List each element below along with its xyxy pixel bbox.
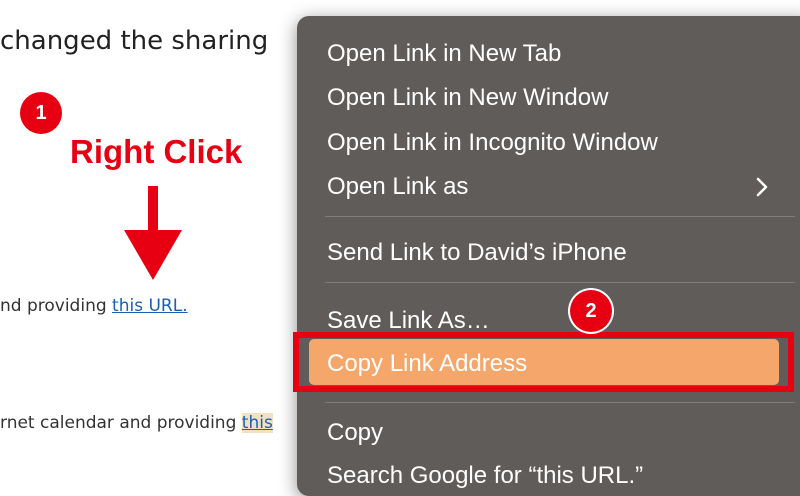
menu-item-copy[interactable]: Copy	[327, 419, 383, 447]
body-text: rnet calendar and providing	[0, 413, 242, 433]
menu-separator	[325, 216, 795, 217]
menu-item-open-new-tab[interactable]: Open Link in New Tab	[327, 40, 561, 68]
menu-item-open-link-as[interactable]: Open Link as	[327, 173, 468, 201]
right-click-label: Right Click	[70, 133, 243, 170]
page-heading: changed the sharing	[0, 26, 269, 56]
context-menu: Open Link in New Tab Open Link in New Wi…	[293, 16, 800, 496]
menu-item-save-link-as[interactable]: Save Link As…	[327, 307, 490, 335]
body-text: nd providing	[0, 296, 113, 316]
highlight-frame	[293, 332, 794, 392]
url-link[interactable]: this URL.	[112, 296, 188, 316]
down-arrow-icon	[124, 186, 182, 280]
body-text-line: rnet calendar and providing this	[0, 413, 273, 433]
chevron-right-icon	[756, 177, 768, 197]
menu-separator	[325, 282, 795, 283]
body-text-line: nd providing this URL.	[0, 296, 188, 316]
url-link-selected[interactable]: this	[241, 413, 273, 433]
menu-item-open-incognito[interactable]: Open Link in Incognito Window	[327, 129, 658, 157]
menu-item-open-new-window[interactable]: Open Link in New Window	[327, 84, 608, 112]
menu-item-search-google[interactable]: Search Google for “this URL.”	[327, 462, 643, 490]
step-badge-1: 1	[20, 92, 62, 134]
step-badge-2: 2	[570, 290, 612, 332]
menu-separator	[325, 402, 795, 403]
menu-item-send-to-device[interactable]: Send Link to David’s iPhone	[327, 239, 627, 267]
